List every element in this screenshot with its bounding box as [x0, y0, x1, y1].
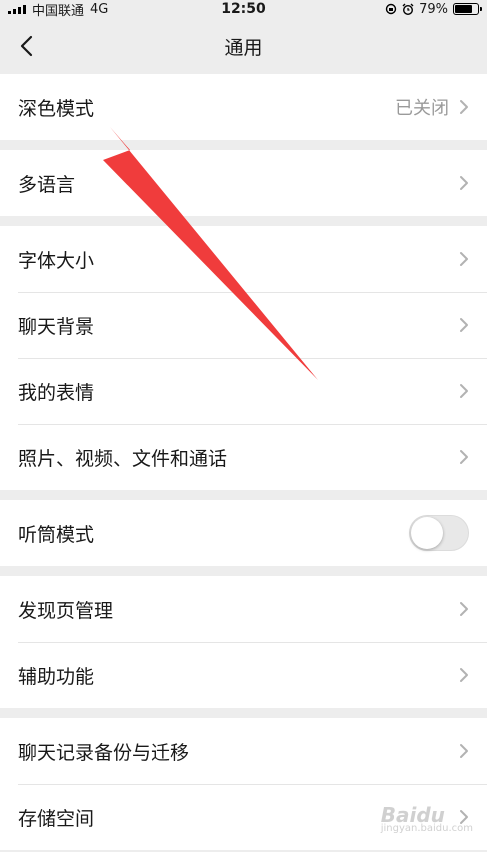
settings-row-label: 多语言: [18, 173, 76, 196]
network-type: 4G: [90, 1, 109, 17]
alarm-icon: [402, 3, 414, 15]
chevron-right-icon: [459, 99, 469, 115]
settings-row[interactable]: 字体大小: [0, 226, 487, 292]
carrier-name: 中国联通: [32, 3, 85, 19]
settings-row-label: 字体大小: [18, 249, 95, 272]
status-right: 79%: [385, 1, 482, 17]
settings-row[interactable]: 深色模式 已关闭: [0, 74, 487, 140]
settings-row[interactable]: 发现页管理: [0, 576, 487, 642]
watermark-sub: jingyan.baidu.com: [380, 823, 473, 834]
settings-group: 字体大小聊天背景我的表情照片、视频、文件和通话: [0, 226, 487, 490]
settings-row-label: 我的表情: [18, 381, 95, 404]
chevron-right-icon: [459, 175, 469, 191]
settings-row-label: 辅助功能: [18, 665, 95, 688]
chevron-right-icon: [459, 743, 469, 759]
settings-row[interactable]: 聊天记录备份与迁移: [0, 718, 487, 784]
back-button[interactable]: [10, 30, 42, 62]
settings-group: 深色模式 已关闭: [0, 74, 487, 140]
battery-fill: [455, 5, 473, 13]
settings-row[interactable]: 聊天背景: [0, 292, 487, 358]
earpiece-mode-toggle[interactable]: [409, 515, 469, 551]
battery-percent: 79%: [419, 1, 448, 17]
status-left: 中国联通 4G: [8, 0, 108, 19]
settings-row-label: 照片、视频、文件和通话: [18, 447, 228, 470]
settings-row-label: 发现页管理: [18, 599, 114, 622]
page-title: 通用: [224, 36, 263, 59]
nav-bar: 通用: [0, 18, 487, 74]
settings-group: 发现页管理 辅助功能: [0, 576, 487, 708]
settings-row-label: 听筒模式: [18, 523, 95, 546]
battery-icon: [453, 3, 482, 15]
chevron-left-icon: [20, 35, 33, 57]
watermark-logo: Baidu jingyan.baidu.com: [381, 803, 473, 834]
settings-row[interactable]: 照片、视频、文件和通话: [0, 424, 487, 490]
settings-row[interactable]: 辅助功能: [0, 642, 487, 708]
settings-row[interactable]: 听筒模式: [0, 500, 487, 566]
settings-row-value: 已关闭: [395, 98, 449, 119]
rotation-lock-icon: [385, 3, 397, 15]
toggle-knob: [411, 517, 443, 549]
chevron-right-icon: [459, 449, 469, 465]
settings-row[interactable]: 我的表情: [0, 358, 487, 424]
settings-list: 深色模式 已关闭多语言字体大小聊天背景我的表情照片、视频、文件和通话 听筒模式发现页…: [0, 74, 487, 850]
settings-row-label: 存储空间: [18, 807, 95, 830]
settings-group: 听筒模式: [0, 500, 487, 566]
chevron-right-icon: [459, 667, 469, 683]
settings-row-label: 聊天背景: [18, 315, 95, 338]
chevron-right-icon: [459, 317, 469, 333]
chevron-right-icon: [459, 383, 469, 399]
settings-row-label: 深色模式: [18, 97, 95, 120]
chevron-right-icon: [459, 251, 469, 267]
chevron-right-icon: [459, 601, 469, 617]
settings-row-label: 聊天记录备份与迁移: [18, 741, 190, 764]
settings-group: 多语言: [0, 150, 487, 216]
settings-row[interactable]: 多语言: [0, 150, 487, 216]
status-bar: 中国联通 4G 12:50 79%: [0, 0, 487, 19]
signal-icon: [8, 4, 26, 14]
